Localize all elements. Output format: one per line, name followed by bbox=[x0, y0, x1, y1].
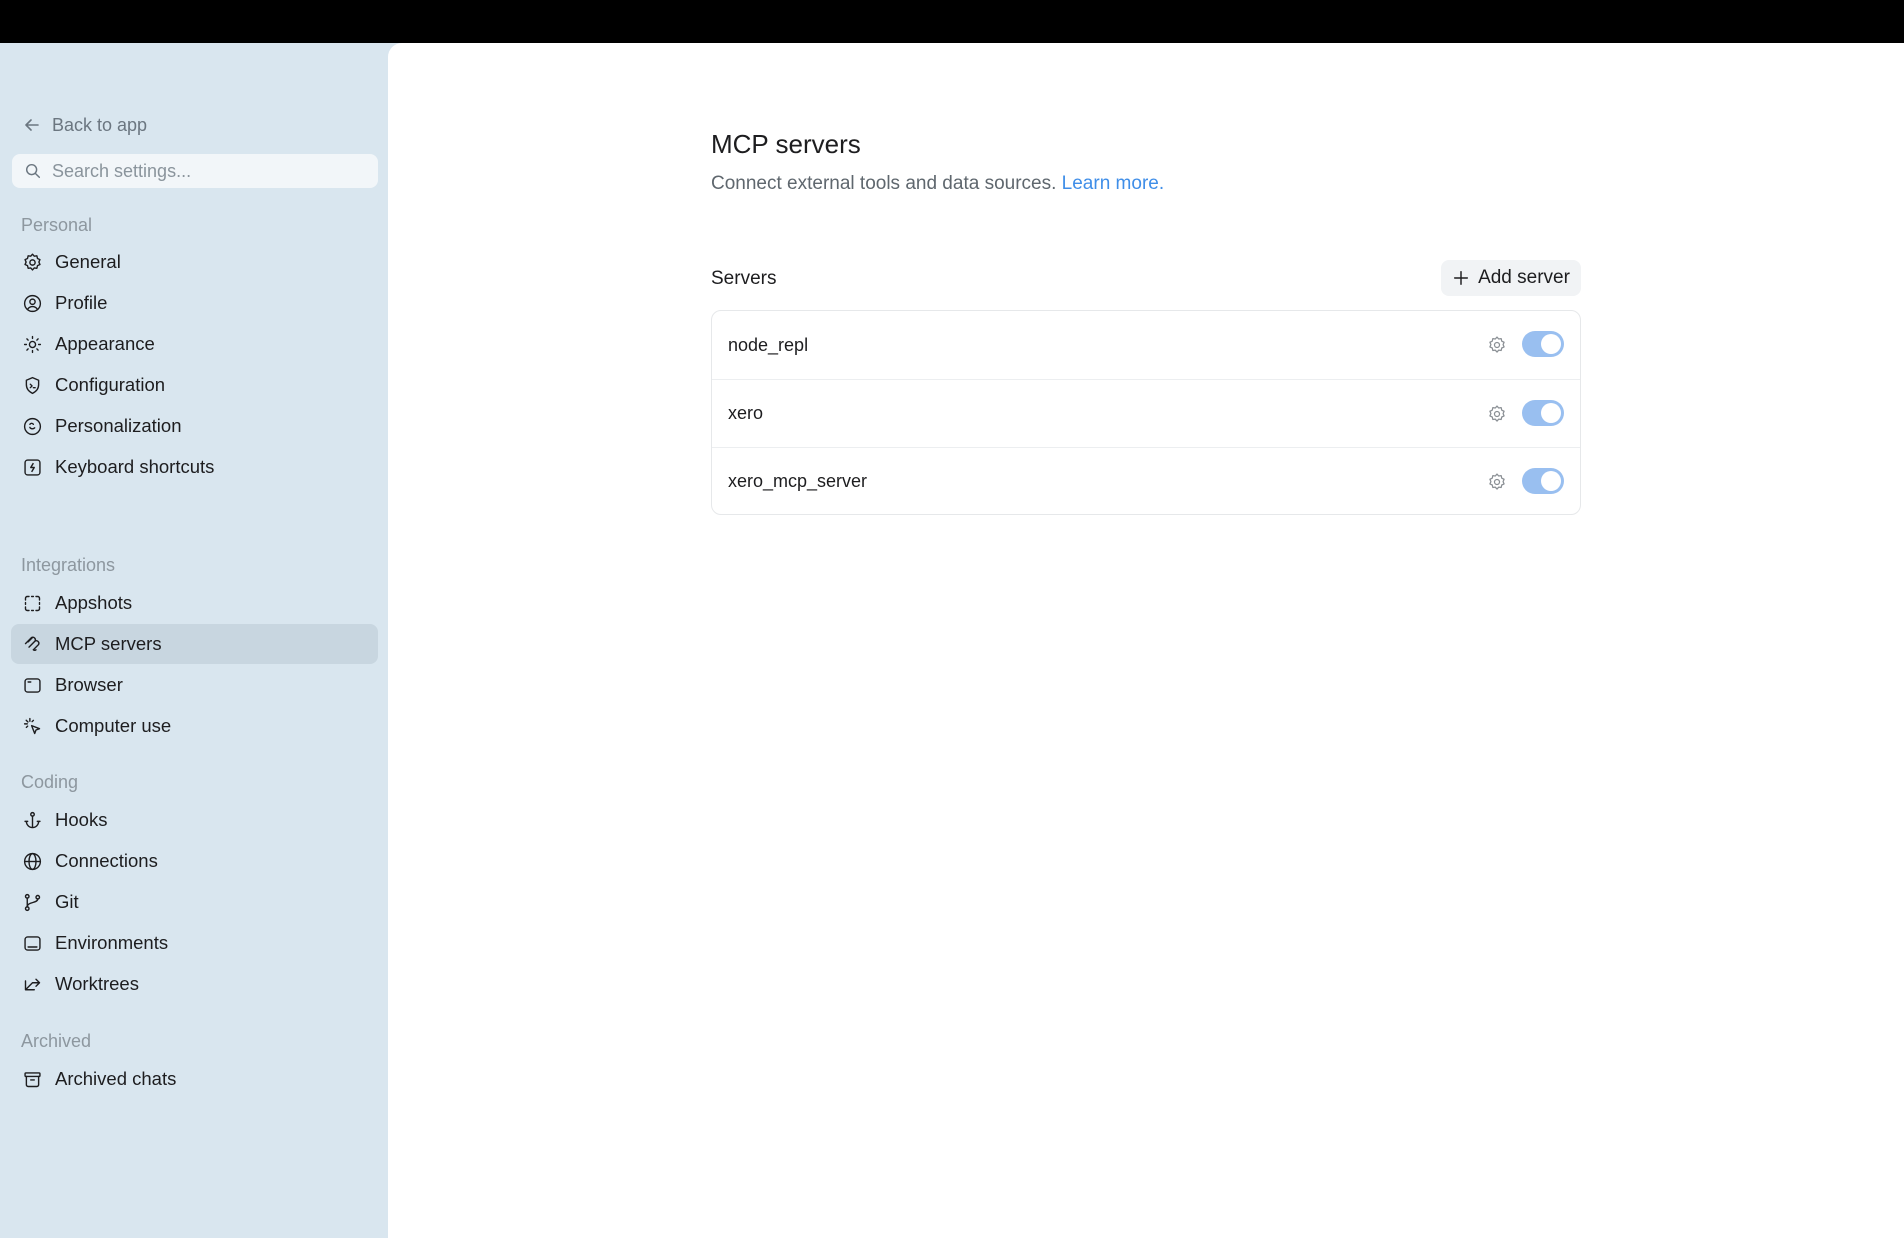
browser-icon bbox=[24, 677, 41, 693]
sidebar-item-label: Computer use bbox=[55, 715, 172, 736]
sidebar-item-git[interactable]: Git bbox=[11, 882, 378, 922]
archive-icon bbox=[24, 1071, 41, 1087]
server-row: node_repl bbox=[712, 311, 1580, 379]
profile-icon bbox=[23, 294, 42, 312]
sidebar-item-label: Browser bbox=[55, 674, 123, 695]
sidebar-item-keyboard-shortcuts[interactable]: Keyboard shortcuts bbox=[11, 447, 378, 487]
server-enabled-toggle[interactable] bbox=[1522, 468, 1564, 494]
add-server-button[interactable]: Add server bbox=[1441, 260, 1581, 296]
sidebar-item-label: MCP servers bbox=[55, 633, 162, 654]
window-top-bar bbox=[0, 0, 1904, 43]
sidebar-item-label: Environments bbox=[55, 932, 169, 953]
sidebar-item-label: Profile bbox=[55, 292, 108, 313]
back-to-app-link[interactable]: Back to app bbox=[22, 111, 147, 139]
keyboard-shortcut-icon bbox=[24, 458, 41, 476]
server-enabled-toggle[interactable] bbox=[1522, 400, 1564, 426]
sidebar-item-label: Archived chats bbox=[55, 1068, 177, 1089]
personalization-icon bbox=[23, 417, 42, 435]
sidebar-item-configuration[interactable]: Configuration bbox=[11, 365, 378, 405]
shield-config-icon bbox=[25, 376, 40, 394]
sidebar-item-profile[interactable]: Profile bbox=[11, 283, 378, 323]
sidebar-item-archived-chats[interactable]: Archived chats bbox=[11, 1059, 378, 1099]
sidebar-item-appearance[interactable]: Appearance bbox=[11, 324, 378, 364]
plus-icon bbox=[1454, 270, 1469, 286]
server-name: node_repl bbox=[728, 334, 809, 355]
sidebar-item-label: Personalization bbox=[55, 415, 182, 436]
server-row: xero bbox=[712, 379, 1580, 447]
environment-icon bbox=[24, 935, 41, 951]
sidebar-item-connections[interactable]: Connections bbox=[11, 841, 378, 881]
back-to-app-label: Back to app bbox=[52, 114, 148, 135]
worktree-icon bbox=[24, 978, 41, 990]
arrow-left-icon bbox=[25, 119, 39, 131]
sidebar-item-environments[interactable]: Environments bbox=[11, 923, 378, 963]
sidebar-item-label: Keyboard shortcuts bbox=[55, 456, 215, 477]
learn-more-link[interactable]: Learn more. bbox=[1062, 173, 1164, 194]
toggle-knob bbox=[1541, 334, 1561, 354]
sidebar-item-label: Hooks bbox=[55, 809, 108, 830]
subtitle-text: Connect external tools and data sources. bbox=[711, 173, 1057, 194]
search-settings-input[interactable] bbox=[52, 160, 352, 182]
server-row: xero_mcp_server bbox=[712, 447, 1580, 515]
section-label-coding: Coding bbox=[21, 772, 79, 792]
sun-icon bbox=[23, 335, 42, 353]
search-icon bbox=[25, 163, 41, 179]
toggle-knob bbox=[1541, 471, 1561, 491]
mcp-icon bbox=[24, 636, 40, 651]
git-branch-icon bbox=[24, 893, 41, 911]
gear-icon[interactable] bbox=[1487, 472, 1507, 492]
sidebar-item-browser[interactable]: Browser bbox=[11, 665, 378, 705]
server-list: node_repl xero xero_mcp_server bbox=[711, 310, 1581, 515]
servers-section-label: Servers bbox=[711, 268, 777, 289]
server-name: xero_mcp_server bbox=[728, 471, 868, 491]
sidebar-item-computer-use[interactable]: Computer use bbox=[11, 706, 378, 746]
sidebar-item-general[interactable]: General bbox=[11, 242, 378, 282]
sidebar-item-mcp-servers[interactable]: MCP servers bbox=[11, 624, 378, 664]
sidebar-item-label: Appearance bbox=[55, 333, 155, 354]
sidebar-item-label: Configuration bbox=[55, 374, 166, 395]
section-label-archived: Archived bbox=[21, 1031, 92, 1051]
sidebar-item-worktrees[interactable]: Worktrees bbox=[11, 964, 378, 1004]
sidebar-item-hooks[interactable]: Hooks bbox=[11, 800, 378, 840]
search-settings-field[interactable] bbox=[12, 154, 378, 188]
page-title: MCP servers bbox=[711, 129, 861, 159]
gear-icon[interactable] bbox=[1487, 335, 1507, 355]
add-server-label: Add server bbox=[1478, 267, 1570, 288]
sidebar-item-label: Appshots bbox=[55, 592, 133, 613]
sidebar-item-label: Git bbox=[55, 891, 79, 912]
globe-icon bbox=[23, 852, 42, 870]
sidebar-item-appshots[interactable]: Appshots bbox=[11, 583, 378, 623]
anchor-icon bbox=[24, 811, 41, 828]
sidebar-item-label: Connections bbox=[55, 850, 158, 871]
section-label-integrations: Integrations bbox=[21, 555, 116, 575]
sidebar-item-personalization[interactable]: Personalization bbox=[11, 406, 378, 446]
gear-icon[interactable] bbox=[1487, 404, 1507, 424]
sidebar-item-label: Worktrees bbox=[55, 973, 139, 994]
server-name: xero bbox=[728, 403, 764, 423]
server-enabled-toggle[interactable] bbox=[1522, 331, 1564, 357]
settings-window: Back to app Personal General Profile App… bbox=[0, 43, 1904, 1238]
gear-icon bbox=[24, 252, 41, 271]
toggle-knob bbox=[1541, 403, 1561, 423]
sidebar-item-label: General bbox=[55, 251, 121, 272]
screenshot-icon bbox=[24, 595, 41, 611]
page-subtitle: Connect external tools and data sources.… bbox=[711, 173, 1164, 195]
settings-content: MCP servers Connect external tools and d… bbox=[388, 43, 1904, 1238]
settings-sidebar: Back to app Personal General Profile App… bbox=[0, 43, 388, 1238]
section-label-personal: Personal bbox=[21, 215, 93, 235]
cursor-click-icon bbox=[23, 717, 41, 734]
